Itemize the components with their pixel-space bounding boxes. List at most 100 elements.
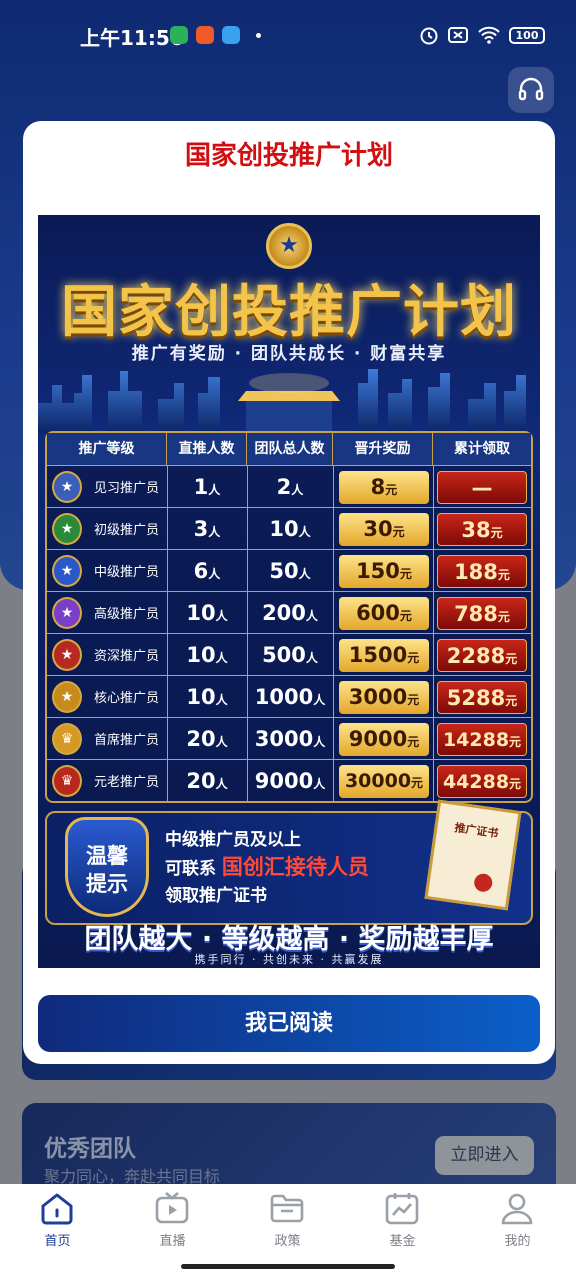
team-count: 9000 <box>254 769 314 793</box>
rank-name: 首席推广员 <box>94 733 160 748</box>
customer-service-button[interactable] <box>508 67 554 113</box>
cumulative-reward: 5288元 <box>437 681 527 714</box>
live-tv-icon <box>155 1192 189 1224</box>
table-row: ★ 核心推广员 10人 1000人 3000元 5288元 <box>47 675 531 718</box>
folder-icon <box>270 1194 304 1223</box>
team-count: 2 <box>276 475 292 499</box>
rank-badge-icon: ♛ <box>52 723 82 755</box>
tip-line: 可联系 国创汇接待人员 <box>165 855 369 879</box>
promotion-reward: 600元 <box>339 597 429 630</box>
rank-badge-icon: ★ <box>52 555 82 587</box>
table-row: ★ 见习推广员 1人 2人 8元 — <box>47 465 531 508</box>
poster-sub-slogan: 携手同行 · 共创未来 · 共赢发展 <box>194 953 384 966</box>
promotion-reward: 1500元 <box>339 639 429 672</box>
direct-count: 20 <box>186 727 216 751</box>
table-row: ♛ 元老推广员 20人 9000人 30000元 44288元 <box>47 759 531 802</box>
table-header: 团队总人数 <box>247 433 333 465</box>
tab-profile[interactable]: 我的 <box>460 1184 575 1254</box>
cumulative-reward: 38元 <box>437 513 527 546</box>
rank-name: 核心推广员 <box>94 691 160 706</box>
cumulative-reward: 44288元 <box>437 765 527 798</box>
tip-line: 中级推广员及以上 <box>165 830 301 850</box>
direct-count: 1 <box>193 475 209 499</box>
rank-name: 元老推广员 <box>94 775 160 790</box>
alarm-icon <box>420 27 438 45</box>
promotion-reward: 9000元 <box>339 723 429 756</box>
home-indicator[interactable] <box>181 1264 395 1269</box>
profile-icon <box>501 1193 533 1225</box>
table-row: ★ 初级推广员 3人 10人 30元 38元 <box>47 507 531 550</box>
team-title: 优秀团队 <box>44 1136 136 1162</box>
cumulative-reward: 14288元 <box>437 723 527 756</box>
team-count: 10 <box>269 517 299 541</box>
confirm-read-button[interactable]: 我已阅读 <box>38 995 540 1052</box>
rank-badge-icon: ★ <box>52 639 82 671</box>
reward-table: 推广等级 直推人数 团队总人数 晋升奖励 累计领取 ★ 见习推广员 1人 2人 … <box>45 431 533 803</box>
tab-home[interactable]: 首页 <box>0 1184 115 1254</box>
announcement-modal: 国家创投推广计划 ★ 国家创投推广计划 推广有奖励 · 团队共成长 · 财富共享… <box>23 121 555 1064</box>
poster-tagline: 推广有奖励 · 团队共成长 · 财富共享 <box>131 344 447 364</box>
battery-icon: 100 <box>509 27 545 44</box>
direct-count: 6 <box>193 559 209 583</box>
tab-live[interactable]: 直播 <box>115 1184 230 1254</box>
poster-headline: 国家创投推广计划 <box>61 279 517 345</box>
rank-name: 见习推广员 <box>94 481 160 496</box>
rank-badge-icon: ★ <box>52 471 82 503</box>
fund-chart-icon <box>385 1193 419 1225</box>
rank-badge-icon: ★ <box>52 681 82 713</box>
home-icon <box>41 1193 73 1225</box>
team-count: 50 <box>269 559 299 583</box>
promotion-reward: 3000元 <box>339 681 429 714</box>
tip-shield-icon: 温馨 提示 <box>65 817 149 917</box>
direct-count: 20 <box>186 769 216 793</box>
city-skyline-image <box>38 369 526 433</box>
table-header: 推广等级 <box>47 433 167 465</box>
team-count: 1000 <box>254 685 314 709</box>
team-count: 3000 <box>254 727 314 751</box>
rank-name: 初级推广员 <box>94 523 160 538</box>
team-count: 500 <box>262 643 306 667</box>
direct-count: 10 <box>186 643 216 667</box>
tip-line: 领取推广证书 <box>165 886 267 906</box>
table-row: ♛ 首席推广员 20人 3000人 9000元 14288元 <box>47 717 531 760</box>
promotion-reward: 150元 <box>339 555 429 588</box>
cumulative-reward: — <box>437 471 527 504</box>
table-header: 直推人数 <box>167 433 247 465</box>
app-notification-icon <box>196 26 214 44</box>
emblem-icon: ★ <box>266 223 312 269</box>
promotion-poster: ★ 国家创投推广计划 推广有奖励 · 团队共成长 · 财富共享 推广等级 直推人… <box>38 215 540 968</box>
table-header: 累计领取 <box>433 433 531 465</box>
table-header: 晋升奖励 <box>333 433 433 465</box>
status-bar: 上午11:56 100 <box>0 0 576 72</box>
headset-icon <box>518 77 544 101</box>
rank-badge-icon: ★ <box>52 597 82 629</box>
rank-badge-icon: ★ <box>52 513 82 545</box>
team-count: 200 <box>262 601 306 625</box>
direct-count: 10 <box>186 601 216 625</box>
rank-name: 高级推广员 <box>94 607 160 622</box>
more-notifications-icon <box>256 33 261 38</box>
tip-box: 温馨 提示 中级推广员及以上 可联系 国创汇接待人员 领取推广证书 推广证书 <box>45 799 533 925</box>
rank-name: 中级推广员 <box>94 565 160 580</box>
table-row: ★ 资深推广员 10人 500人 1500元 2288元 <box>47 633 531 676</box>
direct-count: 3 <box>193 517 209 541</box>
rank-badge-icon: ♛ <box>52 765 82 797</box>
status-time: 上午11:56 <box>80 26 184 50</box>
team-enter-button[interactable]: 立即进入 <box>435 1136 534 1175</box>
cumulative-reward: 188元 <box>437 555 527 588</box>
wifi-icon <box>478 26 500 44</box>
promotion-reward: 8元 <box>339 471 429 504</box>
cumulative-reward: 2288元 <box>437 639 527 672</box>
table-row: ★ 高级推广员 10人 200人 600元 788元 <box>47 591 531 634</box>
rank-name: 资深推广员 <box>94 649 160 664</box>
app-notification-icon <box>222 26 240 44</box>
table-row: ★ 中级推广员 6人 50人 150元 188元 <box>47 549 531 592</box>
tab-fund[interactable]: 基金 <box>345 1184 460 1254</box>
app-notification-icon <box>170 26 188 44</box>
cumulative-reward: 788元 <box>437 597 527 630</box>
promotion-reward: 30000元 <box>339 765 429 798</box>
modal-title: 国家创投推广计划 <box>184 141 393 171</box>
seal-icon <box>473 872 494 893</box>
tab-policy[interactable]: 政策 <box>230 1184 345 1254</box>
certificate-image: 推广证书 <box>424 799 522 911</box>
